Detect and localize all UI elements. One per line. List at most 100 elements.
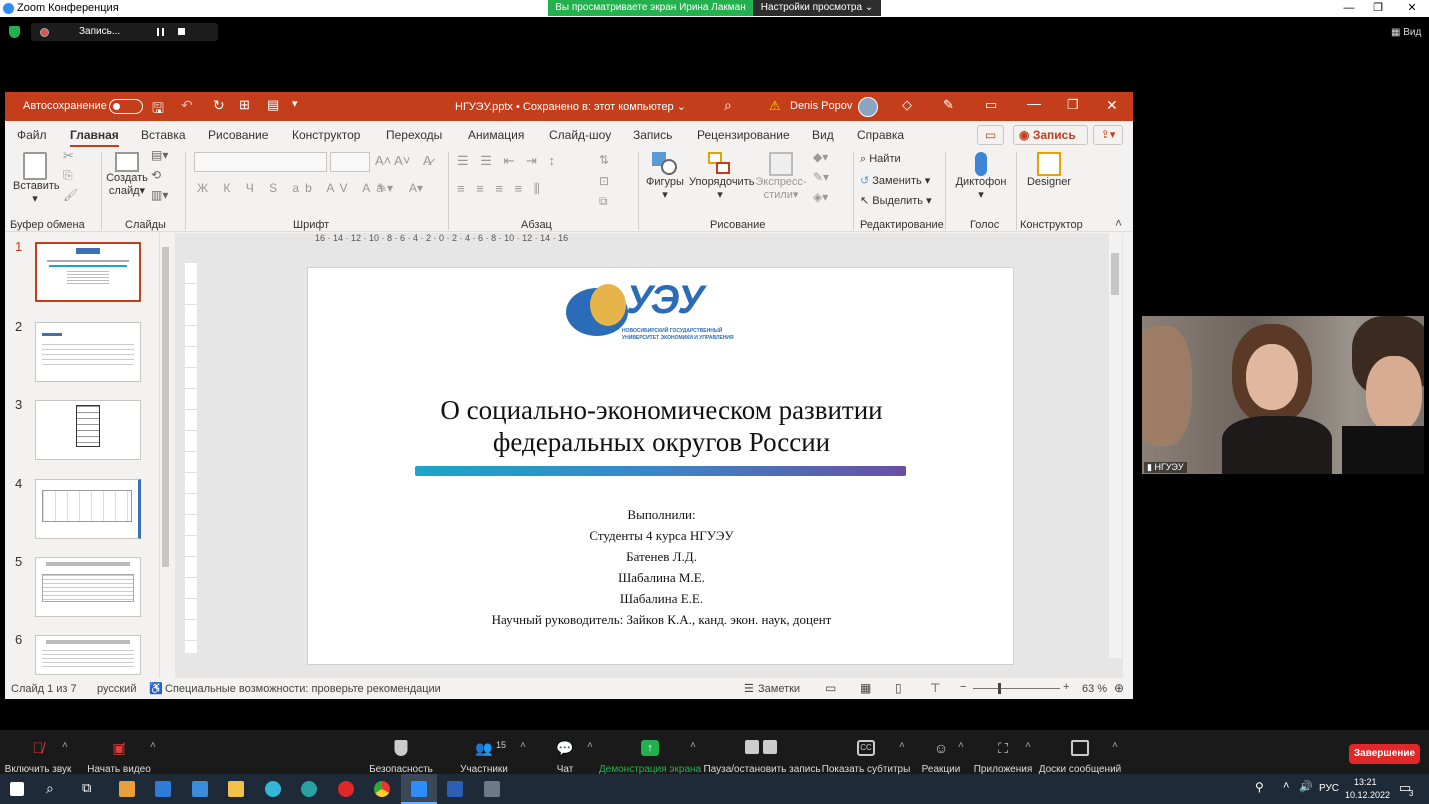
mail-icon[interactable] [155,781,171,797]
participants-options-icon[interactable]: ˄ [520,740,526,751]
zoom-slider[interactable] [973,683,1060,694]
authors-block[interactable]: Выполнили: Студенты 4 курса НГУЭУ Батене… [308,504,1015,630]
file-explorer-icon[interactable] [228,781,244,797]
ppt-restore-icon[interactable]: ❐ [1067,97,1079,113]
avatar[interactable] [858,97,878,117]
notes-icon[interactable]: ☰ [744,682,754,695]
arrange-button[interactable]: Упорядочить ▾ [689,152,754,201]
captions-options-icon[interactable]: ˄ [899,740,905,751]
slide-thumbnail-1[interactable] [35,242,141,302]
shield-icon[interactable] [394,740,408,756]
document-title[interactable]: НГУЭУ.pptx • Сохранено в: этот компьютер… [455,100,686,113]
grow-font-icon[interactable]: A˄ A˅ [375,153,410,168]
view-button[interactable]: ▦ Вид [1391,27,1421,38]
share-icon[interactable]: ⇪▾ [1093,125,1123,145]
chrome-icon[interactable] [374,781,390,797]
normal-view-icon[interactable]: ▭ [825,681,836,695]
pause-icon[interactable] [157,28,164,36]
canvas-scrollbar[interactable] [1109,233,1122,658]
record-button[interactable]: ◉ Запись [1013,125,1088,145]
pen-icon[interactable]: ✎ [943,97,954,113]
slide-thumbnail-3[interactable] [35,400,141,460]
edge-icon[interactable] [301,781,317,797]
apps-icon[interactable]: ⛶ [994,740,1012,756]
word-icon[interactable] [447,781,463,797]
search-taskbar-icon[interactable]: ⌕ [46,780,54,797]
paste-button[interactable]: Вставить ▾ [13,152,60,205]
ppt-minimize-icon[interactable]: — [1027,95,1041,111]
replace-button[interactable]: ↺ Заменить ▾ [860,174,930,187]
customize-icon[interactable]: ▾ [292,97,298,110]
whiteboard-options-icon[interactable]: ˄ [1112,740,1118,751]
audio-options-icon[interactable]: ˄ [62,740,68,751]
search-icon[interactable]: ⌕ [724,97,732,114]
accessibility-status[interactable]: Специальные возможности: проверьте реком… [165,683,441,695]
tab-slideshow[interactable]: Слайд-шоу [549,128,611,142]
windows-start-icon[interactable] [10,782,24,796]
list-icons[interactable]: ☰ ☰ ⇤ ⇥ ↕ [457,153,559,169]
shape-outline-icon[interactable]: ✎▾ [813,170,829,184]
view-options-button[interactable]: Настройки просмотра ⌄ [753,0,881,16]
save-icon[interactable]: 🖫 [152,98,164,122]
tab-draw[interactable]: Рисование [208,128,268,142]
zoom-out-icon[interactable]: − [960,681,966,693]
reading-view-icon[interactable]: ▯ [895,681,902,695]
reactions-icon[interactable]: ☺ [932,740,950,756]
collapse-ribbon-icon[interactable]: ˄ [1115,216,1122,230]
dictate-button[interactable]: Диктофон ▾ [953,152,1009,201]
fit-slide-icon[interactable]: ⊕ [1114,681,1124,695]
quick-styles-button[interactable]: Экспресс-стили▾ [753,152,809,201]
align-text-icon[interactable]: ⊡ [599,174,609,188]
reactions-options-icon[interactable]: ˄ [958,740,964,751]
print-icon[interactable]: ▤ [267,97,279,113]
language-indicator[interactable]: русский [97,683,136,695]
tab-animations[interactable]: Анимация [468,128,524,142]
align-icons[interactable]: ≡ ≡ ≡ ≡ ⫼ [457,181,544,197]
tab-home[interactable]: Главная [70,128,119,147]
present-icon[interactable]: ⊞ [239,97,250,113]
shape-effects-icon[interactable]: ◈▾ [813,190,828,204]
slide-thumbnail-2[interactable] [35,322,141,382]
designer-button[interactable]: Designer [1023,152,1075,188]
zoom-taskbar-item[interactable] [401,774,437,804]
tray-expand-icon[interactable]: ˄ [1283,780,1289,792]
tab-transitions[interactable]: Переходы [386,128,442,142]
layout-icon[interactable]: ▤▾ [151,148,168,162]
format-painter-icon[interactable]: 🖌 [63,188,78,202]
clock-date[interactable]: 10.12.2022 [1345,790,1390,800]
close-icon[interactable]: ✕ [1395,0,1429,17]
cut-icon[interactable]: ✂ [63,148,74,164]
ribbon-display-icon[interactable]: ▭ [985,97,997,113]
slide[interactable]: УЭУ НОВОСИБИРСКИЙ ГОСУДАРСТВЕННЫЙ УНИВЕР… [307,267,1014,665]
video-off-icon[interactable]: ▣̸ [110,740,128,756]
section-icon[interactable]: ▥▾ [151,188,168,202]
comments-icon[interactable]: ▭ [977,125,1004,145]
select-button[interactable]: ↖ Выделить ▾ [860,194,932,207]
zoom-level[interactable]: 63 % [1082,683,1107,695]
store-icon[interactable] [119,781,135,797]
tab-help[interactable]: Справка [857,128,904,142]
end-meeting-button[interactable]: Завершение [1349,744,1420,764]
clear-format-icon[interactable]: A̷ [423,153,432,168]
autosave-toggle[interactable] [109,99,143,114]
new-slide-button[interactable]: Создать слайд▾ [105,152,149,197]
diamond-icon[interactable]: ◇ [902,97,912,113]
opera-icon[interactable] [338,781,354,797]
input-language[interactable]: РУС [1319,783,1339,794]
shapes-button[interactable]: Фигуры ▾ [643,152,687,201]
tab-design[interactable]: Конструктор [292,128,360,142]
slide-thumbnail-5[interactable] [35,557,141,617]
tab-view[interactable]: Вид [812,128,834,142]
captions-icon[interactable]: CC [857,740,875,756]
zoom-in-icon[interactable]: + [1063,681,1069,693]
find-button[interactable]: ⌕ Найти [860,153,901,166]
notes-button[interactable]: Заметки [758,683,800,695]
shape-fill-icon[interactable]: ◆▾ [813,150,828,164]
app-icon[interactable] [484,781,500,797]
tab-review[interactable]: Рецензирование [697,128,790,142]
thumbnail-scrollbar[interactable] [159,233,171,678]
stop-icon[interactable] [178,28,185,35]
sorter-view-icon[interactable]: ▦ [860,681,871,695]
slideshow-view-icon[interactable]: ⊤ [930,681,940,695]
font-size-select[interactable] [330,152,370,172]
